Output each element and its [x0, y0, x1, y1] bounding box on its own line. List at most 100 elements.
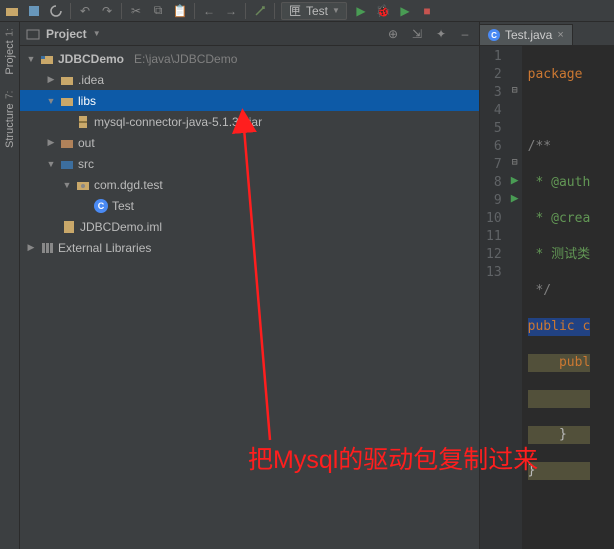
paste-icon[interactable]: 📋 [172, 3, 188, 19]
editor-tab-test[interactable]: C Test.java × [480, 24, 573, 45]
folder-icon [60, 94, 74, 108]
toolbar-separator [70, 3, 71, 19]
line-number: 7 [486, 156, 502, 174]
iml-file-icon [62, 220, 76, 234]
line-number: 11 [486, 228, 502, 246]
tree-node-label: JDBCDemo [58, 52, 124, 66]
toolbar-separator [121, 3, 122, 19]
undo-icon[interactable]: ↶ [77, 3, 93, 19]
line-number: 12 [486, 246, 502, 264]
tree-root[interactable]: ▼ JDBCDemo E:\java\JDBCDemo [20, 48, 479, 69]
toolbar-separator [245, 3, 246, 19]
project-tool-tab[interactable]: Project 1: [4, 28, 16, 75]
project-panel-header: Project ▼ ⊕ ⇲ ✦ – [20, 22, 479, 46]
code-token: * @crea [528, 211, 591, 226]
tree-node-libs[interactable]: ▼ libs [20, 90, 479, 111]
module-icon [40, 52, 54, 66]
package-icon [76, 178, 90, 192]
jar-icon [76, 115, 90, 129]
expand-toggle-icon[interactable]: ▼ [46, 159, 56, 169]
line-number: 8 [486, 174, 502, 192]
forward-icon[interactable]: → [223, 3, 239, 19]
expand-toggle-icon[interactable]: ▼ [46, 96, 56, 106]
line-number: 1 [486, 48, 502, 66]
line-number: 13 [486, 264, 502, 282]
close-tab-icon[interactable]: × [557, 29, 563, 41]
editor-tabs: C Test.java × [480, 22, 614, 46]
expand-toggle-icon[interactable]: ▶ [26, 242, 36, 253]
main-toolbar: ↶ ↷ ✂ ⧉ 📋 ← → 匣 Test ▼ ▶ 🐞 ▶ ■ [0, 0, 614, 22]
tree-node-label: com.dgd.test [94, 178, 163, 192]
line-number: 4 [486, 102, 502, 120]
class-icon: C [488, 29, 500, 41]
build-icon[interactable] [252, 3, 268, 19]
tree-node-path: E:\java\JDBCDemo [134, 52, 237, 66]
project-view-icon [26, 27, 40, 41]
debug-icon[interactable]: 🐞 [375, 3, 391, 19]
tree-node-label: .idea [78, 73, 104, 87]
code-token: package [528, 67, 583, 82]
stop-icon[interactable]: ■ [419, 3, 435, 19]
run-gutter-icon[interactable]: ▶ [508, 172, 522, 190]
collapse-icon[interactable]: ⇲ [409, 26, 425, 42]
save-icon[interactable] [26, 3, 42, 19]
expand-toggle-icon[interactable]: ▶ [46, 74, 56, 85]
tree-node-label: External Libraries [58, 241, 151, 255]
line-number: 10 [486, 210, 502, 228]
tool-window-bar-left: Project 1: Structure 7: [0, 22, 20, 549]
expand-toggle-icon[interactable]: ▼ [62, 180, 72, 190]
expand-toggle-icon[interactable]: ▶ [46, 137, 56, 148]
tree-node-iml[interactable]: JDBCDemo.iml [20, 216, 479, 237]
structure-tab-number: 7: [4, 91, 15, 99]
tree-node-label: JDBCDemo.iml [80, 220, 162, 234]
tree-node-label: src [78, 157, 94, 171]
chevron-down-icon: ▼ [332, 6, 340, 15]
fold-toggle-icon[interactable]: ⊟ [508, 82, 522, 100]
open-icon[interactable] [4, 3, 20, 19]
refresh-icon[interactable] [48, 3, 64, 19]
folder-icon [60, 136, 74, 150]
back-icon[interactable]: ← [201, 3, 217, 19]
project-tab-number: 1: [4, 28, 15, 36]
structure-tool-tab[interactable]: Structure 7: [4, 91, 16, 148]
tree-node-src[interactable]: ▼ src [20, 153, 479, 174]
chevron-down-icon[interactable]: ▼ [93, 29, 101, 38]
run-gutter-icon[interactable]: ▶ [508, 190, 522, 208]
run-config-dropdown[interactable]: 匣 Test ▼ [281, 2, 347, 20]
toolbar-separator [194, 3, 195, 19]
tree-node-package[interactable]: ▼ com.dgd.test [20, 174, 479, 195]
code-token: * 测试类 [528, 247, 590, 262]
tree-node-class-test[interactable]: C Test [20, 195, 479, 216]
expand-toggle-icon[interactable]: ▼ [26, 54, 36, 64]
run-config-label: Test [306, 4, 328, 18]
editor-tab-label: Test.java [505, 28, 552, 42]
annotation-text: 把Mysql的驱动包复制过来 [248, 440, 538, 476]
tree-node-out[interactable]: ▶ out [20, 132, 479, 153]
line-number: 3 [486, 84, 502, 102]
code-token: publ [528, 355, 591, 370]
coverage-icon[interactable]: ▶ [397, 3, 413, 19]
toolbar-separator [274, 3, 275, 19]
cut-icon[interactable]: ✂ [128, 3, 144, 19]
tree-node-label: Test [112, 199, 134, 213]
tree-node-external-libraries[interactable]: ▶ External Libraries [20, 237, 479, 258]
code-token: * @auth [528, 175, 591, 190]
redo-icon[interactable]: ↷ [99, 3, 115, 19]
structure-tab-label: Structure [4, 103, 16, 148]
tree-node-idea[interactable]: ▶ .idea [20, 69, 479, 90]
locate-icon[interactable]: ⊕ [385, 26, 401, 42]
tree-node-mysql-jar[interactable]: mysql-connector-java-5.1.30.jar [20, 111, 479, 132]
tree-node-label: libs [78, 94, 96, 108]
code-token: public c [528, 319, 591, 334]
settings-icon[interactable]: ✦ [433, 26, 449, 42]
code-token: /** [528, 139, 551, 154]
hide-icon[interactable]: – [457, 26, 473, 42]
line-number: 2 [486, 66, 502, 84]
run-icon[interactable]: ▶ [353, 3, 369, 19]
project-panel-title: Project [46, 27, 87, 41]
line-number: 6 [486, 138, 502, 156]
tree-node-label: mysql-connector-java-5.1.30.jar [94, 115, 262, 129]
copy-icon[interactable]: ⧉ [150, 3, 166, 19]
fold-toggle-icon[interactable]: ⊟ [508, 154, 522, 172]
code-token: */ [528, 283, 551, 298]
